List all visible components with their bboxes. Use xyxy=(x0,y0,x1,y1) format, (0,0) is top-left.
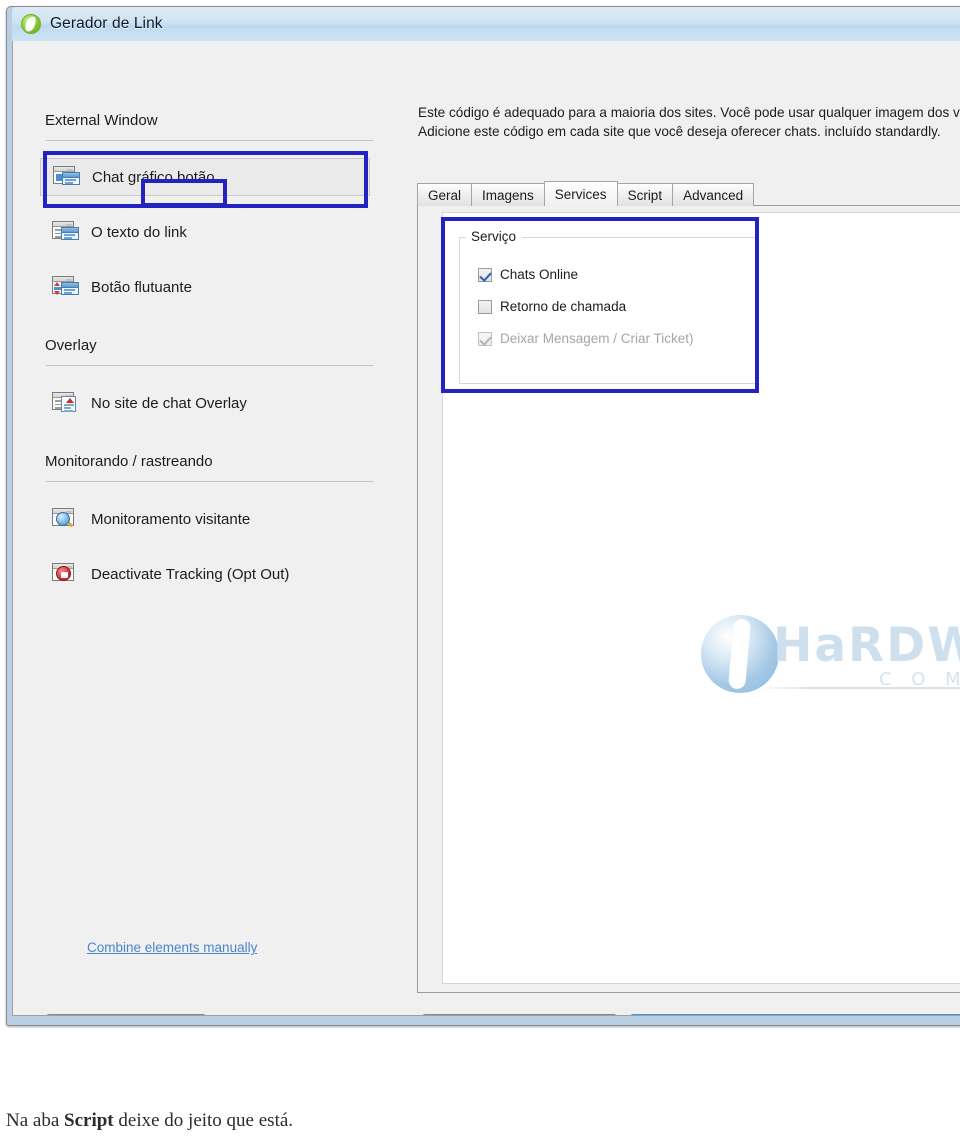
preview-button[interactable]: Visualizar xyxy=(422,1014,617,1015)
sidebar-item-label: Monitoramento visitante xyxy=(91,510,251,528)
caption-text: Na aba Script deixe do jeito que está. xyxy=(6,1110,293,1132)
checkbox-row-chats-online[interactable]: Chats Online xyxy=(478,267,578,282)
sidebar-item-label: Botão flutuante xyxy=(91,278,192,296)
sidebar-item-label: Chat gráfico botão xyxy=(92,168,215,186)
green-swoosh-icon xyxy=(21,14,41,34)
tab-label: Geral xyxy=(428,187,462,203)
checkbox-chats-online[interactable] xyxy=(478,267,492,282)
sidebar-group-title-overlay: Overlay xyxy=(45,337,97,354)
tab-label: Script xyxy=(627,187,663,203)
chat-graphic-button-icon: ▪▪▪ xyxy=(53,166,80,188)
caption-bold: Script xyxy=(64,1110,114,1131)
groupbox-title: Serviço xyxy=(468,229,520,244)
tab-advanced[interactable]: Advanced xyxy=(672,183,755,206)
tab-services[interactable]: Services xyxy=(543,181,618,206)
title-bar: Gerador de Link xyxy=(12,7,960,41)
checkbox-retorno-de-chamada[interactable] xyxy=(478,299,492,314)
floating-button-icon: ▪▪▪ xyxy=(52,276,79,298)
deactivate-tracking-icon: ▪▪▪ xyxy=(52,563,79,585)
tab-strip: Geral Imagens Services Script Advanced xyxy=(417,181,755,206)
application-window: Gerador de Link External Window ▪▪▪ Chat… xyxy=(6,6,960,1026)
checkbox-label: Deixar Mensagem / Criar Ticket) xyxy=(500,331,694,346)
sidebar-item-o-texto-do-link[interactable]: ▪▪▪ O texto do link xyxy=(40,213,370,251)
tab-imagens[interactable]: Imagens xyxy=(471,183,545,206)
sidebar-divider-external-window xyxy=(46,140,373,141)
sidebar-divider-monitorando xyxy=(46,481,373,482)
sidebar-item-label: No site de chat Overlay xyxy=(91,394,247,412)
caption-after: deixe do jeito que está. xyxy=(113,1110,294,1131)
sidebar-item-label: O texto do link xyxy=(91,223,187,241)
link-text-icon: ▪▪▪ xyxy=(52,221,79,243)
sidebar-item-label: Deactivate Tracking (Opt Out) xyxy=(91,565,290,583)
sidebar-item-chat-grafico-botao[interactable]: ▪▪▪ Chat gráfico botão xyxy=(40,158,370,196)
sidebar-item-deactivate-tracking[interactable]: ▪▪▪ Deactivate Tracking (Opt Out) xyxy=(40,555,370,593)
hardware-watermark: HaRDWaR C O M . B xyxy=(695,601,960,706)
sidebar-item-botao-flutuante[interactable]: ▪▪▪ Botão flutuante xyxy=(40,268,370,306)
sidebar-group-title-monitorando: Monitorando / rastreando xyxy=(45,453,213,470)
tab-label: Imagens xyxy=(482,187,534,203)
main-panel: Este código é adequado para a maioria do… xyxy=(401,41,960,1015)
description-text: Este código é adequado para a maioria do… xyxy=(418,105,960,139)
tab-geral[interactable]: Geral xyxy=(417,183,473,206)
watermark-subtext: C O M . B xyxy=(879,669,960,690)
tab-label: Advanced xyxy=(683,187,744,203)
tab-script[interactable]: Script xyxy=(616,183,674,206)
tab-inner-white-panel: Serviço Chats Online Retorno de chamada … xyxy=(442,212,960,984)
watermark-circuit-line xyxy=(757,687,960,689)
combine-elements-manually-link[interactable]: Combine elements manually xyxy=(87,940,257,955)
copy-code-button[interactable]: Copie o código para o seu website xyxy=(630,1014,960,1015)
watermark-sphere-icon xyxy=(701,615,779,693)
client-area: External Window ▪▪▪ Chat gráfico botão ▪… xyxy=(12,41,960,1016)
checkbox-label: Chats Online xyxy=(500,267,579,282)
tab-label: Services xyxy=(554,186,607,202)
checkbox-row-retorno-de-chamada[interactable]: Retorno de chamada xyxy=(478,299,626,314)
sidebar: External Window ▪▪▪ Chat gráfico botão ▪… xyxy=(13,41,401,1015)
visitor-monitoring-icon: ▪▪▪ xyxy=(52,508,79,530)
checkbox-row-deixar-mensagem: Deixar Mensagem / Criar Ticket) xyxy=(478,331,694,346)
servico-groupbox: Serviço Chats Online Retorno de chamada … xyxy=(459,229,759,384)
overlay-chat-icon: ▪▪▪ xyxy=(52,392,79,414)
help-button[interactable]: Ajuda xyxy=(46,1014,206,1015)
window-title: Gerador de Link xyxy=(50,15,163,32)
sidebar-group-title-external-window: External Window xyxy=(45,112,158,129)
sidebar-divider-overlay xyxy=(46,365,373,366)
watermark-text: HaRDWaR xyxy=(773,618,960,673)
tab-content-panel: Serviço Chats Online Retorno de chamada … xyxy=(417,205,960,993)
caption-before: Na aba xyxy=(6,1110,65,1131)
checkbox-label: Retorno de chamada xyxy=(500,299,627,314)
checkbox-deixar-mensagem xyxy=(478,331,492,346)
sidebar-item-monitoramento-visitante[interactable]: ▪▪▪ Monitoramento visitante xyxy=(40,500,370,538)
sidebar-item-no-site-de-chat-overlay[interactable]: ▪▪▪ No site de chat Overlay xyxy=(40,384,370,422)
